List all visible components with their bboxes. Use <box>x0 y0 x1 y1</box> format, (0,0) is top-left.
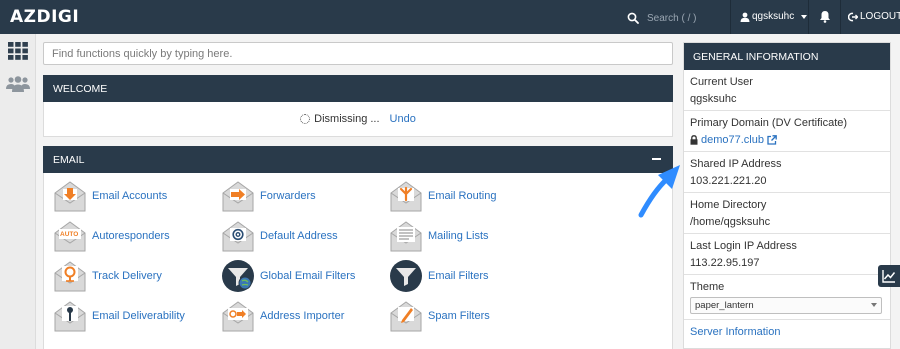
shared-ip-row: Shared IP Address 103.221.221.20 <box>684 152 890 193</box>
current-user-row: Current User qgsksuhc <box>684 70 890 111</box>
email-filters-link[interactable]: Email Filters <box>389 259 489 293</box>
email-panel-body: Email Accounts Forwarders Email Routing … <box>43 173 673 349</box>
welcome-panel-header: WELCOME <box>43 75 673 102</box>
stats-toggle-button[interactable] <box>878 265 900 287</box>
general-information-title: GENERAL INFORMATION <box>693 50 819 63</box>
mailing-lists-icon <box>390 221 422 252</box>
undo-link[interactable]: Undo <box>390 113 416 125</box>
default-address-icon <box>222 221 254 252</box>
chart-icon <box>882 270 896 283</box>
email-routing-icon <box>390 181 422 212</box>
grid-icon[interactable] <box>8 42 28 60</box>
global-email-filters-link[interactable]: Global Email Filters <box>221 259 355 293</box>
email-item-label: Track Delivery <box>92 270 162 282</box>
shared-ip-label: Shared IP Address <box>690 157 782 170</box>
header-search[interactable] <box>627 10 727 26</box>
forwarders-icon <box>222 181 254 212</box>
autoresponders-icon: AUTO <box>53 219 87 253</box>
logout-button[interactable]: LOGOUT <box>848 11 900 22</box>
email-item-label: Email Routing <box>428 190 497 202</box>
current-user-label: Current User <box>690 75 753 88</box>
chevron-down-icon <box>871 303 877 307</box>
primary-domain-label: Primary Domain (DV Certificate) <box>690 116 848 129</box>
home-directory-label: Home Directory <box>690 198 767 211</box>
external-link-icon[interactable] <box>767 134 777 145</box>
email-item-label: Global Email Filters <box>260 270 356 282</box>
email-title: EMAIL <box>53 153 85 166</box>
function-search-input[interactable] <box>43 42 673 65</box>
divider <box>840 0 841 34</box>
email-item-label: Default Address <box>260 230 338 242</box>
left-rail <box>0 34 36 349</box>
welcome-title: WELCOME <box>53 82 108 95</box>
current-user-value: qgsksuhc <box>690 92 737 105</box>
email-item-label: Email Deliverability <box>92 310 185 322</box>
home-directory-value: /home/qgsksuhc <box>690 215 771 228</box>
autoresponders-link[interactable]: AUTO Autoresponders <box>53 219 170 253</box>
general-information-panel: GENERAL INFORMATION Current User qgsksuh… <box>683 42 891 349</box>
email-item-label: Email Filters <box>428 270 489 282</box>
user-menu[interactable]: qgsksuhc <box>740 11 808 22</box>
header-search-input[interactable] <box>647 12 727 24</box>
theme-select[interactable]: paper_lantern <box>690 296 882 314</box>
dismissing-text: Dismissing ... <box>314 113 380 125</box>
last-login-label: Last Login IP Address <box>690 239 797 252</box>
spinner-icon <box>300 114 311 124</box>
mailing-lists-link[interactable]: Mailing Lists <box>389 219 489 253</box>
auto-badge: AUTO <box>60 231 79 238</box>
user-icon <box>740 12 750 22</box>
track-delivery-icon <box>54 261 86 292</box>
email-filters-icon <box>390 260 422 292</box>
email-item-label: Address Importer <box>260 310 345 322</box>
logout-label: LOGOUT <box>860 11 900 22</box>
email-deliverability-icon <box>54 301 86 332</box>
username: qgsksuhc <box>752 11 795 22</box>
email-accounts-icon <box>54 181 86 212</box>
general-information-header: GENERAL INFORMATION <box>684 43 890 70</box>
email-item-label: Mailing Lists <box>428 230 489 242</box>
email-accounts-link[interactable]: Email Accounts <box>53 179 167 213</box>
lock-icon <box>690 134 698 145</box>
logo[interactable]: AZDIGI <box>10 7 79 27</box>
default-address-link[interactable]: Default Address <box>221 219 338 253</box>
divider <box>730 0 731 34</box>
address-importer-link[interactable]: Address Importer <box>221 299 344 333</box>
email-item-label: Email Accounts <box>92 190 168 202</box>
primary-domain-row: Primary Domain (DV Certificate) demo77.c… <box>684 111 890 152</box>
users-icon[interactable] <box>6 75 30 92</box>
bell-icon[interactable] <box>819 10 831 23</box>
logout-icon <box>848 12 858 21</box>
divider <box>808 0 809 34</box>
last-login-row: Last Login IP Address 113.22.95.197 <box>684 234 890 275</box>
primary-domain-value-row: demo77.club <box>690 134 884 146</box>
email-deliverability-link[interactable]: Email Deliverability <box>53 299 185 333</box>
theme-row: Theme paper_lantern <box>684 275 890 320</box>
home-directory-row: Home Directory /home/qgsksuhc <box>684 193 890 234</box>
email-item-label: Forwarders <box>260 190 316 202</box>
global-email-filters-icon <box>222 260 254 292</box>
collapse-icon[interactable] <box>652 158 661 160</box>
email-item-label: Spam Filters <box>428 310 490 322</box>
theme-label: Theme <box>690 280 725 293</box>
email-routing-link[interactable]: Email Routing <box>389 179 496 213</box>
chevron-down-icon <box>801 14 808 19</box>
email-item-label: Autoresponders <box>92 230 170 242</box>
spam-filters-link[interactable]: Spam Filters <box>389 299 490 333</box>
primary-domain-link[interactable]: demo77.club <box>701 134 764 146</box>
welcome-panel-body: Dismissing ... Undo <box>43 102 673 137</box>
top-navbar: AZDIGI qgsksuhc LOGOUT <box>0 0 900 34</box>
address-importer-icon <box>222 301 254 332</box>
annotation-arrow-icon <box>638 165 680 218</box>
track-delivery-link[interactable]: Track Delivery <box>53 259 162 293</box>
shared-ip-value: 103.221.221.20 <box>690 174 767 187</box>
theme-select-value: paper_lantern <box>695 299 754 311</box>
last-login-value: 113.22.95.197 <box>690 256 760 269</box>
spam-filters-icon <box>390 301 422 332</box>
email-panel-header: EMAIL <box>43 146 673 173</box>
server-information-link[interactable]: Server Information <box>684 320 890 344</box>
search-icon <box>627 12 639 24</box>
forwarders-link[interactable]: Forwarders <box>221 179 316 213</box>
